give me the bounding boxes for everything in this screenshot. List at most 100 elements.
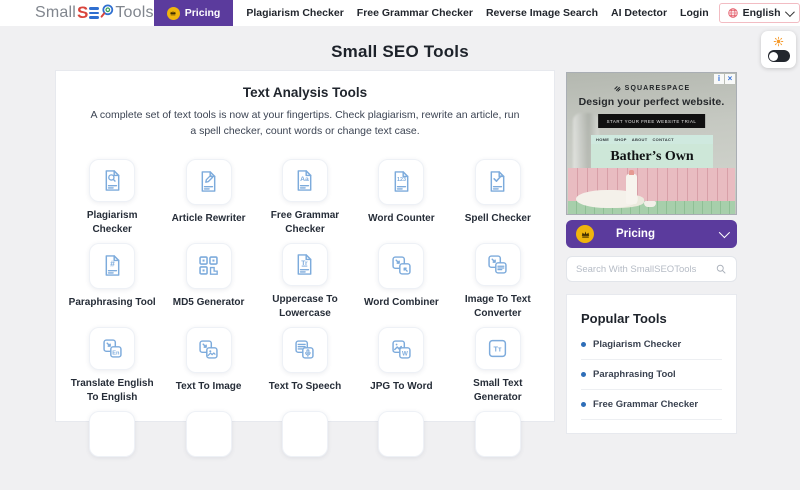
qr-grid-icon <box>185 242 232 289</box>
square-tt-icon: Tт <box>474 326 521 370</box>
doc-123-icon: 123 <box>378 158 425 205</box>
ad-info-icon[interactable]: i <box>714 74 724 84</box>
tool-label: Paraphrasing Tool <box>68 296 156 308</box>
nav-item[interactable]: Free Grammar Checker <box>357 7 473 19</box>
chevron-down-icon <box>784 6 795 17</box>
tool-tile[interactable] <box>353 406 449 490</box>
ad-photo <box>568 168 735 214</box>
popular-tools-card: Popular Tools Plagiarism Checker Paraphr… <box>566 294 737 434</box>
tool-tile[interactable]: MD5 Generator <box>160 238 256 322</box>
tool-tile[interactable]: Spell Checker <box>450 154 546 238</box>
blank-icon <box>185 410 232 457</box>
search-icon[interactable] <box>715 263 727 275</box>
pricing-button[interactable]: Pricing <box>153 0 234 26</box>
logo-text-s: S <box>77 3 89 22</box>
svg-text:#: # <box>110 259 115 269</box>
ad-mini-nav-item: CONTACT <box>652 137 674 142</box>
tool-tile[interactable]: W JPG To Word <box>353 322 449 406</box>
crown-icon <box>576 225 594 243</box>
tool-label: Small Text Generator <box>473 377 523 404</box>
popular-tool-item[interactable]: Plagiarism Checker <box>581 330 722 360</box>
ad-mini-nav-item: HOME <box>596 137 610 142</box>
crown-icon <box>166 6 180 20</box>
dark-mode-switch[interactable] <box>767 50 790 62</box>
tool-tile[interactable] <box>257 406 353 490</box>
sidebar-search <box>566 256 737 282</box>
tool-tile[interactable]: Text To Image <box>160 322 256 406</box>
squares-text-icon <box>474 242 521 286</box>
ad-mini-nav-item: ABOUT <box>631 137 648 142</box>
svg-text:En: En <box>112 350 120 356</box>
tool-tile[interactable]: 123 Word Counter <box>353 154 449 238</box>
tool-tile[interactable]: En Translate English To English <box>64 322 160 406</box>
logo-e-bars-icon <box>89 7 100 19</box>
tool-tile[interactable]: # Paraphrasing Tool <box>64 238 160 322</box>
logo-text-tools: Tools <box>115 4 154 21</box>
tool-label: Spell Checker <box>464 212 531 224</box>
tool-label: Plagiarism Checker <box>86 209 138 236</box>
squares-image-icon <box>185 326 232 373</box>
tool-tile[interactable]: Tr Uppercase To Lowercase <box>257 238 353 322</box>
sidebar-pricing-button[interactable]: Pricing <box>566 220 737 248</box>
tool-tile[interactable]: Text To Speech <box>257 322 353 406</box>
nav-item[interactable]: Login <box>680 7 709 19</box>
popular-tool-label: Paraphrasing Tool <box>593 369 676 380</box>
logo-text-small: Small <box>35 4 77 21</box>
blank-icon <box>474 410 521 457</box>
doc-pencil-icon <box>185 158 232 205</box>
tool-label: Article Rewriter <box>171 212 246 224</box>
nav-item[interactable]: AI Detector <box>611 7 667 19</box>
bullet-icon <box>581 372 586 377</box>
language-selector[interactable]: English <box>718 3 800 23</box>
squares-w-icon: W <box>378 326 425 373</box>
tool-tile[interactable]: Plagiarism Checker <box>64 154 160 238</box>
theme-toggle[interactable] <box>761 31 796 68</box>
ad-cta-button[interactable]: START YOUR FREE WEBSITE TRIAL <box>597 114 706 128</box>
tool-tile[interactable]: Article Rewriter <box>160 154 256 238</box>
popular-tools-title: Popular Tools <box>581 311 667 326</box>
ad-mini-nav-item: SHOP <box>614 137 627 142</box>
tool-label: Word Counter <box>368 212 435 224</box>
ad-mini-title: Bather’s Own <box>591 144 713 169</box>
search-input[interactable] <box>576 263 715 275</box>
doc-aa-icon: Aa <box>281 158 328 202</box>
nav-item[interactable]: Reverse Image Search <box>486 7 598 19</box>
doc-search-icon <box>89 158 136 202</box>
tool-tile[interactable] <box>450 406 546 490</box>
tool-tile[interactable] <box>64 406 160 490</box>
ad-close-icon[interactable]: × <box>725 74 735 84</box>
tool-label: Text To Image <box>175 380 242 392</box>
ad-banner[interactable]: i × SQUARESPACE Design your perfect webs… <box>566 72 737 215</box>
tool-label: JPG To Word <box>370 380 433 392</box>
squares-en-icon: En <box>89 326 136 370</box>
tool-label: Text To Speech <box>268 380 342 392</box>
popular-tool-label: Plagiarism Checker <box>593 339 682 350</box>
tool-tile[interactable]: Aa Free Grammar Checker <box>257 154 353 238</box>
pricing-button-label: Pricing <box>184 7 221 19</box>
squares-combine-icon <box>378 242 425 289</box>
squares-mic-icon <box>281 326 328 373</box>
svg-text:Aa: Aa <box>301 175 310 182</box>
ad-controls: i × <box>714 74 735 84</box>
doc-tr-icon: Tr <box>281 242 328 286</box>
bullet-icon <box>581 402 586 407</box>
popular-tool-item[interactable]: Paraphrasing Tool <box>581 360 722 390</box>
tool-tile[interactable]: Image To Text Converter <box>450 238 546 322</box>
doc-hash-icon: # <box>89 242 136 289</box>
magnifier-icon <box>99 3 115 24</box>
chevron-down-icon <box>718 226 731 239</box>
tool-tile[interactable]: Tт Small Text Generator <box>450 322 546 406</box>
site-logo[interactable]: Small S Tools <box>35 3 154 24</box>
nav-item[interactable]: Plagiarism Checker <box>246 7 343 19</box>
tool-label: Free Grammar Checker <box>270 209 340 236</box>
popular-tool-item[interactable]: Free Grammar Checker <box>581 390 722 420</box>
section-title: Text Analysis Tools <box>242 85 368 100</box>
svg-text:W: W <box>402 350 408 357</box>
section-description: A complete set of text tools is now at y… <box>90 109 520 138</box>
tools-card: Text Analysis Tools A complete set of te… <box>55 70 555 457</box>
language-label: English <box>742 7 781 19</box>
tool-label: Word Combiner <box>363 296 439 308</box>
tool-tile[interactable]: Word Combiner <box>353 238 449 322</box>
tool-tile[interactable] <box>160 406 256 490</box>
tools-grid: Plagiarism Checker Article Rewriter Aa F… <box>56 154 554 490</box>
